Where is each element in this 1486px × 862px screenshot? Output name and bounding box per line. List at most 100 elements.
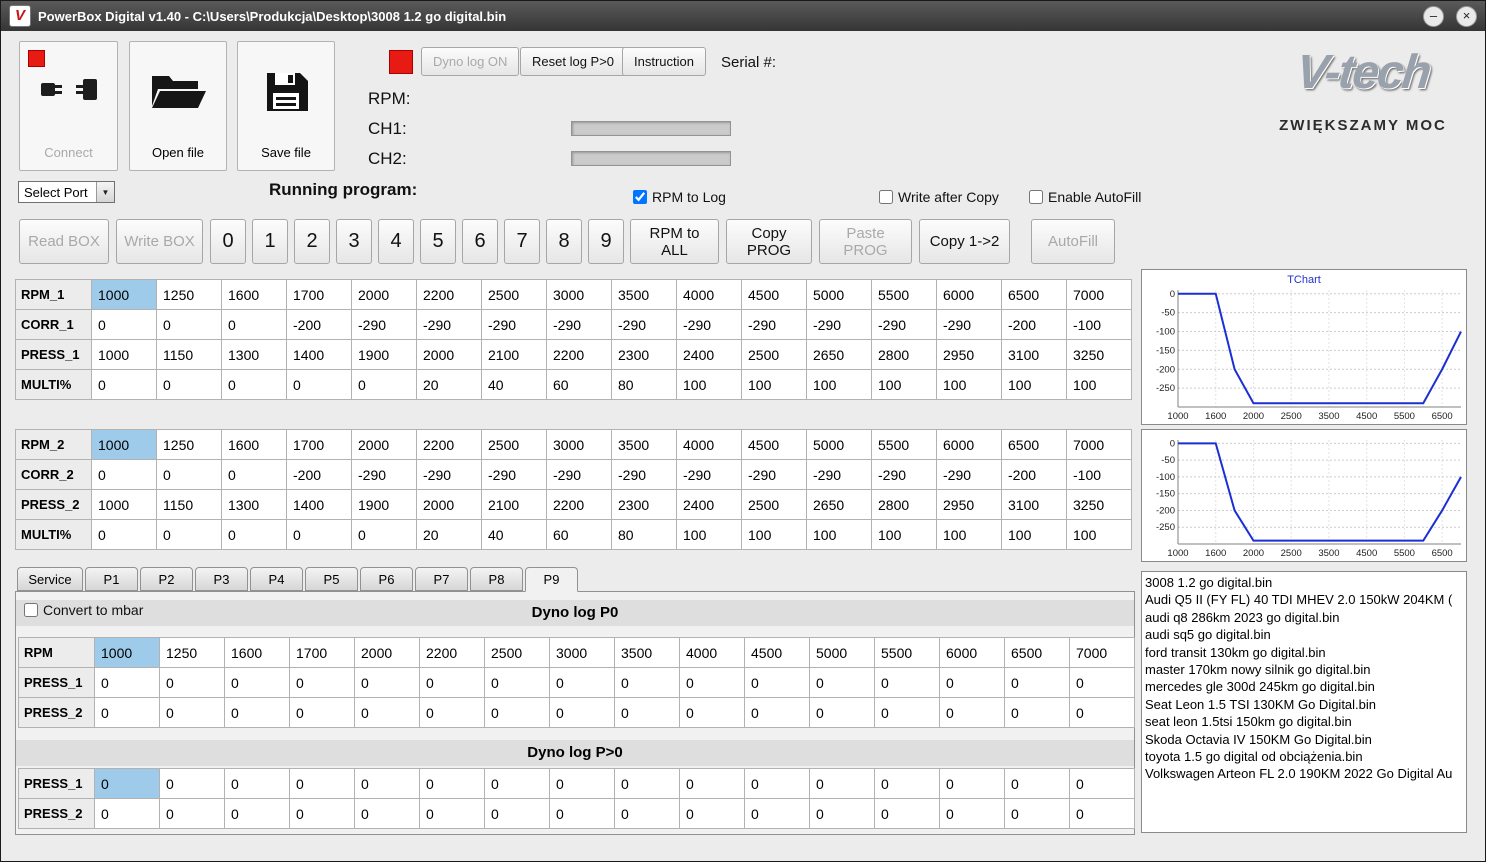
cell-corr1-11[interactable]: -290 (807, 310, 872, 340)
cell-corr1-13[interactable]: -290 (937, 310, 1002, 340)
cell-press1-1[interactable]: 0 (160, 668, 225, 698)
cell-multi-12[interactable]: 100 (872, 520, 937, 550)
cell-press1-12[interactable]: 0 (875, 668, 940, 698)
cell-press2-9[interactable]: 0 (680, 698, 745, 728)
cell-rpm-13[interactable]: 6000 (940, 638, 1005, 668)
cell-rpm-9[interactable]: 4000 (680, 638, 745, 668)
cell-rpm-12[interactable]: 5500 (875, 638, 940, 668)
rpm-to-all-button[interactable]: RPM to ALL (630, 219, 719, 264)
cell-press1-2[interactable]: 1300 (222, 340, 287, 370)
cell-rpm-6[interactable]: 2500 (485, 638, 550, 668)
cell-rpm1-4[interactable]: 2000 (352, 280, 417, 310)
cell-press1-10[interactable]: 0 (745, 769, 810, 799)
digit-button-5[interactable]: 5 (420, 219, 456, 264)
cell-press1-10[interactable]: 2500 (742, 340, 807, 370)
cell-corr2-14[interactable]: -200 (1002, 460, 1067, 490)
cell-press2-3[interactable]: 1400 (287, 490, 352, 520)
cell-multi-7[interactable]: 60 (547, 370, 612, 400)
cell-press2-8[interactable]: 0 (615, 799, 680, 829)
cell-press2-14[interactable]: 3100 (1002, 490, 1067, 520)
file-list-item[interactable]: master 170km nowy silnik go digital.bin (1145, 661, 1466, 678)
enable-autofill-checkbox[interactable]: Enable AutoFill (1029, 189, 1141, 205)
cell-rpm-14[interactable]: 6500 (1005, 638, 1070, 668)
cell-corr1-8[interactable]: -290 (612, 310, 677, 340)
cell-rpm-1[interactable]: 1250 (160, 638, 225, 668)
cell-rpm-10[interactable]: 4500 (745, 638, 810, 668)
file-list-item[interactable]: Audi Q5 II (FY FL) 40 TDI MHEV 2.0 150kW… (1145, 591, 1466, 608)
cell-multi-10[interactable]: 100 (742, 520, 807, 550)
cell-multi-10[interactable]: 100 (742, 370, 807, 400)
cell-corr1-14[interactable]: -200 (1002, 310, 1067, 340)
save-file-button[interactable]: Save file (237, 41, 335, 171)
cell-rpm1-7[interactable]: 3000 (547, 280, 612, 310)
instruction-button[interactable]: Instruction (622, 47, 706, 76)
cell-press2-6[interactable]: 0 (485, 698, 550, 728)
cell-press2-10[interactable]: 2500 (742, 490, 807, 520)
cell-press1-7[interactable]: 0 (550, 668, 615, 698)
digit-button-4[interactable]: 4 (378, 219, 414, 264)
cell-press1-14[interactable]: 3100 (1002, 340, 1067, 370)
tab-p2[interactable]: P2 (140, 567, 193, 591)
cell-rpm-5[interactable]: 2200 (420, 638, 485, 668)
cell-rpm-2[interactable]: 1600 (225, 638, 290, 668)
cell-rpm1-10[interactable]: 4500 (742, 280, 807, 310)
cell-press2-13[interactable]: 0 (940, 799, 1005, 829)
cell-press1-14[interactable]: 0 (1005, 769, 1070, 799)
cell-press2-1[interactable]: 1150 (157, 490, 222, 520)
cell-press2-8[interactable]: 2300 (612, 490, 677, 520)
file-list-item[interactable]: 3008 1.2 go digital.bin (1145, 574, 1466, 591)
cell-press1-13[interactable]: 0 (940, 668, 1005, 698)
cell-rpm-7[interactable]: 3000 (550, 638, 615, 668)
tab-service[interactable]: Service (17, 567, 83, 591)
cell-press2-7[interactable]: 2200 (547, 490, 612, 520)
cell-press2-4[interactable]: 0 (355, 698, 420, 728)
cell-rpm2-10[interactable]: 4500 (742, 430, 807, 460)
cell-press1-5[interactable]: 0 (420, 769, 485, 799)
cell-press1-11[interactable]: 0 (810, 769, 875, 799)
cell-press2-14[interactable]: 0 (1005, 698, 1070, 728)
tab-p4[interactable]: P4 (250, 567, 303, 591)
cell-rpm2-7[interactable]: 3000 (547, 430, 612, 460)
cell-rpm2-14[interactable]: 6500 (1002, 430, 1067, 460)
cell-rpm-11[interactable]: 5000 (810, 638, 875, 668)
cell-rpm2-5[interactable]: 2200 (417, 430, 482, 460)
cell-multi-1[interactable]: 0 (157, 520, 222, 550)
read-box-button[interactable]: Read BOX (19, 219, 109, 264)
cell-press2-10[interactable]: 0 (745, 799, 810, 829)
cell-multi-11[interactable]: 100 (807, 520, 872, 550)
cell-multi-3[interactable]: 0 (287, 520, 352, 550)
cell-rpm-4[interactable]: 2000 (355, 638, 420, 668)
cell-corr1-4[interactable]: -290 (352, 310, 417, 340)
cell-press1-6[interactable]: 0 (485, 668, 550, 698)
cell-multi-12[interactable]: 100 (872, 370, 937, 400)
cell-rpm2-2[interactable]: 1600 (222, 430, 287, 460)
cell-multi-14[interactable]: 100 (1002, 520, 1067, 550)
file-list-item[interactable]: seat leon 1.5tsi 150km go digital.bin (1145, 713, 1466, 730)
cell-press1-2[interactable]: 0 (225, 769, 290, 799)
cell-multi-15[interactable]: 100 (1067, 370, 1132, 400)
cell-multi-7[interactable]: 60 (547, 520, 612, 550)
cell-press2-2[interactable]: 0 (225, 799, 290, 829)
cell-press1-4[interactable]: 1900 (352, 340, 417, 370)
digit-button-1[interactable]: 1 (252, 219, 288, 264)
cell-corr1-9[interactable]: -290 (677, 310, 742, 340)
cell-press2-0[interactable]: 1000 (92, 490, 157, 520)
cell-press1-9[interactable]: 0 (680, 668, 745, 698)
cell-press2-12[interactable]: 0 (875, 698, 940, 728)
convert-to-mbar-checkbox[interactable]: Convert to mbar (24, 602, 143, 618)
cell-press2-15[interactable]: 3250 (1067, 490, 1132, 520)
select-port-dropdown[interactable]: Select Port ▼ (18, 181, 115, 203)
cell-press2-9[interactable]: 2400 (677, 490, 742, 520)
cell-corr2-6[interactable]: -290 (482, 460, 547, 490)
cell-rpm1-2[interactable]: 1600 (222, 280, 287, 310)
cell-multi-2[interactable]: 0 (222, 520, 287, 550)
cell-press1-3[interactable]: 0 (290, 668, 355, 698)
autofill-button[interactable]: AutoFill (1031, 219, 1115, 264)
cell-press1-11[interactable]: 0 (810, 668, 875, 698)
tab-p1[interactable]: P1 (85, 567, 138, 591)
convert-to-mbar-checkbox-input[interactable] (24, 603, 38, 617)
cell-press1-15[interactable]: 0 (1070, 769, 1135, 799)
cell-press1-8[interactable]: 2300 (612, 340, 677, 370)
cell-rpm2-0[interactable]: 1000 (92, 430, 157, 460)
cell-press1-15[interactable]: 3250 (1067, 340, 1132, 370)
